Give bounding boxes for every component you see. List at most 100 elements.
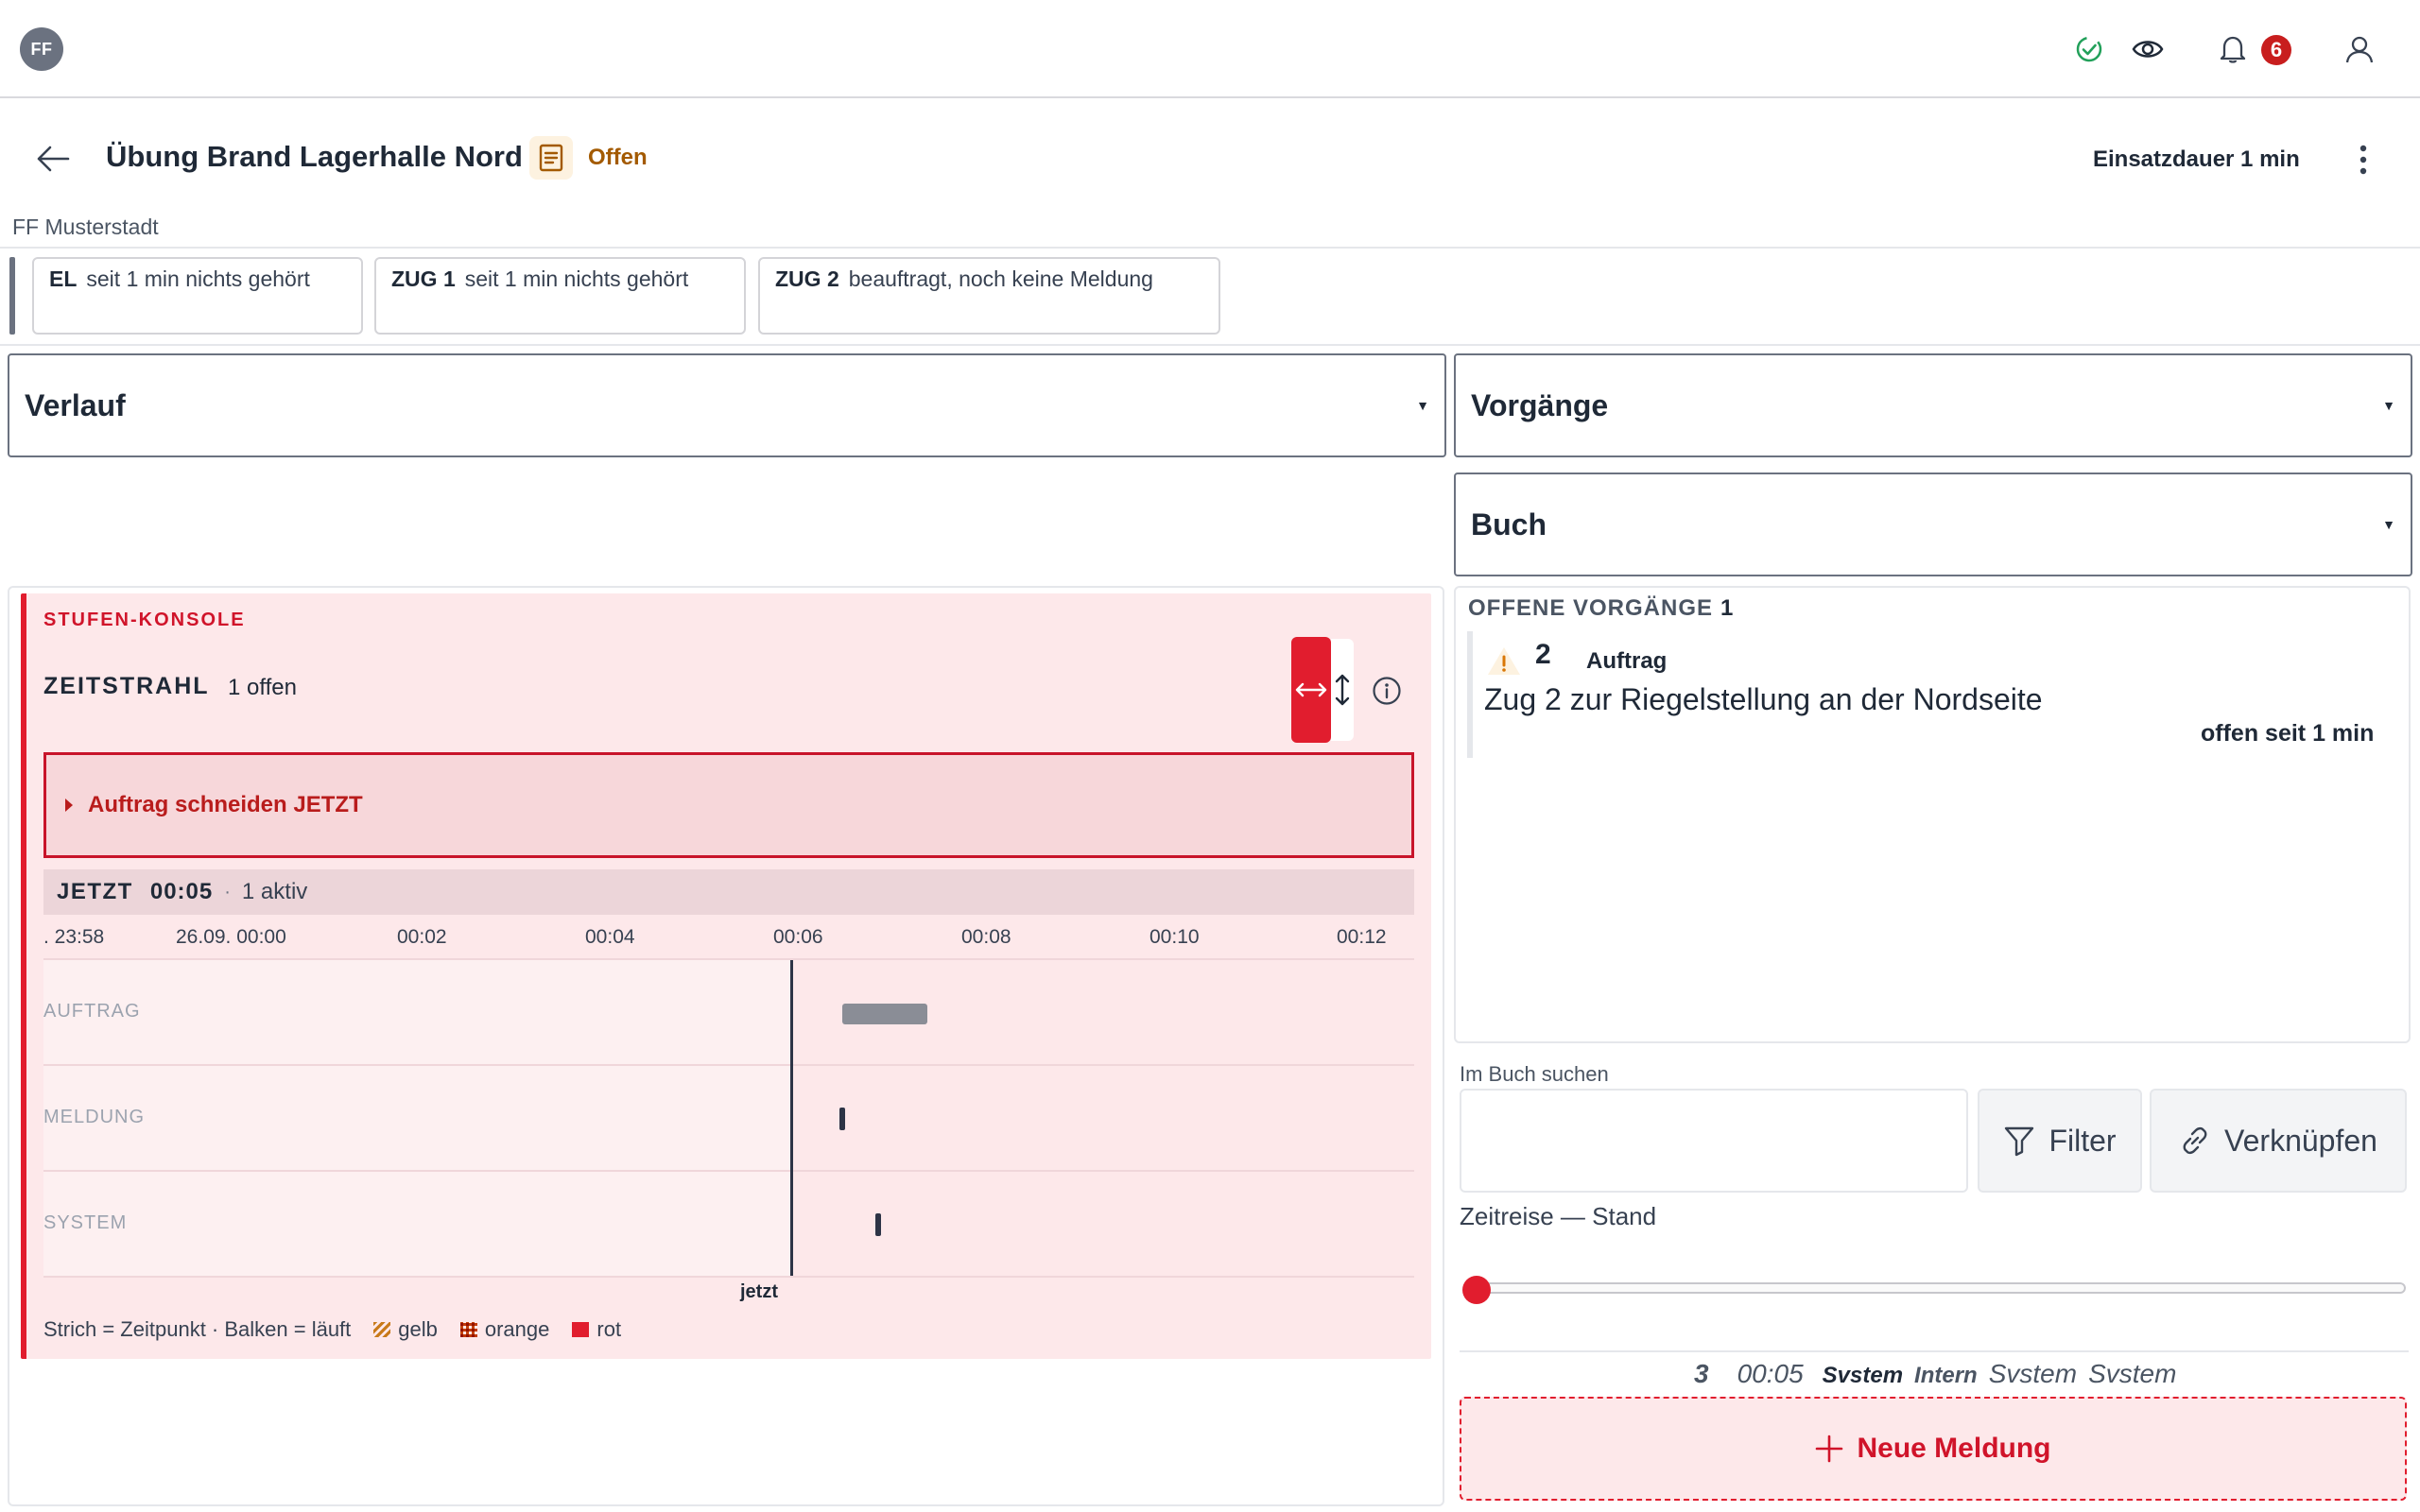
unit-card-el[interactable]: EL seit 1 min nichts gehört (32, 257, 363, 335)
more-menu-button[interactable] (2344, 138, 2382, 181)
entry-to: Svstem (2088, 1359, 2177, 1388)
link-button[interactable]: Verknüpfen (2150, 1089, 2407, 1193)
time-tick: 00:08 (961, 926, 1011, 948)
separator: · (224, 881, 231, 902)
active-count: 1 aktiv (241, 879, 308, 904)
legend-text: Strich = Zeitpunkt · Balken = läuft (43, 1317, 352, 1341)
open-tasks-count: 1 (1720, 595, 1734, 621)
unit-code: ZUG 2 (775, 266, 839, 291)
now-time: 00:05 (149, 879, 214, 904)
plus-icon (1816, 1435, 1843, 1463)
timeline-legend: Strich = Zeitpunkt · Balken = läuft gelb… (43, 1317, 621, 1342)
user-icon[interactable] (2339, 28, 2380, 70)
entry-channel: Intern (1914, 1363, 1978, 1388)
alert-text: Auftrag schneiden JETZT (88, 792, 363, 817)
system-event-mark[interactable] (875, 1213, 881, 1236)
legend-item-gelb: gelb (373, 1317, 438, 1342)
time-tick: 00:06 (773, 926, 823, 948)
legend-swatch (459, 1322, 477, 1337)
unit-status: seit 1 min nichts gehört (86, 266, 310, 291)
unit-status: seit 1 min nichts gehört (464, 266, 689, 291)
legend-item-rot: rot (572, 1317, 621, 1342)
search-label: Im Buch suchen (1460, 1062, 1609, 1086)
auftrag-running-bar[interactable] (842, 1004, 927, 1024)
app-logo[interactable]: FF (20, 27, 63, 71)
time-tick: 26.09. 00:00 (176, 926, 286, 948)
vertical-layout-toggle[interactable] (1331, 639, 1354, 741)
caret-down-icon: ▼ (2382, 517, 2395, 532)
timeline-open-count: 1 offen (228, 675, 297, 700)
caret-down-icon: ▼ (2382, 398, 2395, 413)
task-type: Auftrag (1586, 648, 1668, 674)
select-value: Verlauf (25, 387, 126, 422)
time-tick: 00:04 (585, 926, 635, 948)
bell-icon[interactable] (2212, 28, 2254, 70)
warning-icon (1486, 643, 1522, 677)
filter-button[interactable]: Filter (1978, 1089, 2142, 1193)
timetravel-slider-track[interactable] (1475, 1282, 2406, 1294)
task-text[interactable]: Zug 2 zur Riegelstellung an der Nordseit… (1484, 682, 2043, 717)
view-select-right-bottom[interactable]: Buch ▼ (1454, 472, 2412, 576)
top-app-bar (0, 0, 2420, 98)
caret-down-icon: ▼ (1416, 398, 1429, 413)
book-entry-row[interactable]: 3 00:05 Svstem Intern Svstem Svstem (1694, 1359, 2176, 1389)
divider (0, 247, 2420, 249)
arrow-left-icon (37, 146, 70, 172)
unit-status: beauftragt, noch keine Meldung (848, 266, 1153, 291)
urgent-action-alert[interactable]: Auftrag schneiden JETZT (43, 752, 1414, 858)
timetravel-slider-thumb[interactable] (1462, 1276, 1491, 1304)
new-message-button[interactable]: Neue Meldung (1460, 1397, 2407, 1501)
check-circle-icon[interactable] (2068, 28, 2110, 70)
notification-count-badge: 6 (2261, 35, 2291, 65)
back-button[interactable] (30, 138, 76, 180)
info-button[interactable] (1368, 672, 1406, 710)
task-number: 2 (1535, 639, 1551, 670)
console-kicker: STUFEN-KONSOLE (43, 610, 246, 630)
unit-card-zug1[interactable]: ZUG 1 seit 1 min nichts gehört (374, 257, 746, 335)
time-tick: 00:10 (1150, 926, 1200, 948)
divider (0, 344, 2420, 346)
view-select-left[interactable]: Verlauf ▼ (8, 353, 1446, 457)
legend-label: rot (596, 1317, 622, 1341)
meldung-event-mark[interactable] (839, 1108, 845, 1130)
unit-code: EL (49, 266, 78, 291)
mission-duration: Einsatzdauer 1 min (2093, 146, 2300, 172)
eye-icon[interactable] (2127, 28, 2169, 70)
entry-number: 3 (1694, 1359, 1709, 1388)
page-title: Übung Brand Lagerhalle Nord (106, 140, 523, 173)
task-open-since: offen seit 1 min (2201, 720, 2375, 747)
timeline-lane-meldung (43, 1064, 1414, 1170)
filter-label: Filter (2048, 1123, 2117, 1158)
lane-label: AUFTRAG (43, 1001, 141, 1022)
new-message-label: Neue Meldung (1857, 1433, 2051, 1464)
legend-swatch (373, 1322, 391, 1337)
status-label: Offen (588, 145, 648, 170)
lane-label: MELDUNG (43, 1107, 146, 1127)
legend-label: orange (484, 1317, 550, 1341)
link-icon (2183, 1126, 2207, 1155)
organization-name: FF Musterstadt (12, 215, 159, 239)
book-search-input[interactable] (1460, 1089, 1968, 1193)
entry-time: 00:05 (1737, 1359, 1804, 1388)
horizontal-layout-toggle[interactable] (1291, 637, 1331, 743)
unit-card-zug2[interactable]: ZUG 2 beauftragt, noch keine Meldung (758, 257, 1220, 335)
info-icon (1373, 677, 1401, 705)
document-icon (529, 136, 573, 180)
legend-item-orange: orange (459, 1317, 550, 1342)
now-caption: jetzt (740, 1281, 778, 1302)
now-label: JETZT (57, 879, 133, 904)
timeline-title: ZEITSTRAHL (43, 673, 210, 699)
legend-swatch (572, 1322, 590, 1337)
status-badge[interactable]: Offen (529, 136, 648, 180)
link-label: Verknüpfen (2224, 1123, 2377, 1158)
entry-from: Svstem (1988, 1359, 2078, 1388)
kebab-icon (2360, 145, 2367, 175)
now-status-bar: JETZT 00:05 · 1 aktiv (43, 869, 1414, 915)
timetravel-label: Zeitreise — Stand (1460, 1202, 1657, 1230)
timeline-lane-auftrag (43, 958, 1414, 1064)
now-line (790, 960, 793, 1276)
lane-label: SYSTEM (43, 1212, 128, 1233)
view-select-right-top[interactable]: Vorgänge ▼ (1454, 353, 2412, 457)
timeline-lane-system (43, 1170, 1414, 1278)
open-tasks-title: OFFENE VORGÄNGE (1468, 595, 1714, 621)
